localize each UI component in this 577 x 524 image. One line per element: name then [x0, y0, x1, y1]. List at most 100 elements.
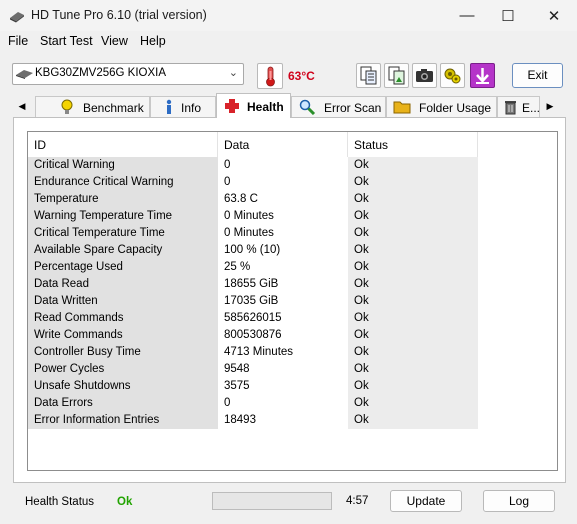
copy-screenshot-button[interactable] — [384, 63, 409, 88]
table-row[interactable]: Error Information Entries 18493 Ok — [28, 412, 557, 429]
cell-status: Ok — [348, 378, 478, 395]
trash-icon — [505, 101, 516, 115]
close-button[interactable]: ✕ — [532, 0, 576, 31]
cell-text: 0 — [224, 397, 231, 409]
cell-text: Ok — [354, 380, 369, 392]
table-row[interactable]: Data Written 17035 GiB Ok — [28, 293, 557, 310]
tab-benchmark[interactable]: Benchmark — [35, 96, 150, 117]
table-row[interactable]: Critical Temperature Time 0 Minutes Ok — [28, 225, 557, 242]
copy-screenshot-icon — [388, 66, 405, 85]
options-icon — [444, 68, 461, 84]
cell-id: Critical Warning — [28, 157, 218, 174]
cell-text: 17035 GiB — [224, 295, 279, 307]
table-row[interactable]: Read Commands 585626015 Ok — [28, 310, 557, 327]
cell-id: Unsafe Shutdowns — [28, 378, 218, 395]
cell-text: Ok — [354, 278, 369, 290]
cell-text: 63.8 C — [224, 193, 258, 205]
cell-text: Unsafe Shutdowns — [34, 380, 131, 392]
cell-id: Power Cycles — [28, 361, 218, 378]
table-row[interactable]: Controller Busy Time 4713 Minutes Ok — [28, 344, 557, 361]
table-row[interactable]: Warning Temperature Time 0 Minutes Ok — [28, 208, 557, 225]
menu-view[interactable]: View — [101, 34, 128, 48]
cell-data: 0 Minutes — [218, 225, 348, 242]
cell-data: 800530876 — [218, 327, 348, 344]
cell-text: Read Commands — [34, 312, 124, 324]
menu-help[interactable]: Help — [140, 34, 166, 48]
table-row[interactable]: Data Read 18655 GiB Ok — [28, 276, 557, 293]
lightbulb-icon — [61, 99, 73, 114]
chevron-down-icon[interactable]: ⌄ — [229, 66, 238, 79]
cell-status: Ok — [348, 395, 478, 412]
tab-health[interactable]: Health — [216, 93, 291, 118]
cell-id: Data Written — [28, 293, 218, 310]
tab-erase[interactable]: E... — [497, 96, 540, 117]
cell-id: Controller Busy Time — [28, 344, 218, 361]
drive-selector[interactable]: KBG30ZMV256G KIOXIA ⌄ — [12, 63, 244, 85]
cell-text: Ok — [354, 261, 369, 273]
cell-data: 63.8 C — [218, 191, 348, 208]
title-bar[interactable]: HD Tune Pro 6.10 (trial version) — ☐ ✕ — [0, 0, 577, 31]
cell-text: Available Spare Capacity — [34, 244, 163, 256]
cell-text: Ok — [354, 159, 369, 171]
cell-data: 25 % — [218, 259, 348, 276]
cell-data: 585626015 — [218, 310, 348, 327]
health-table[interactable]: ID Data Status Critical Warning 0 Ok Endura… — [27, 131, 558, 471]
cell-id: Data Errors — [28, 395, 218, 412]
maximize-button[interactable]: ☐ — [486, 0, 530, 31]
tab-scroll-right-icon[interactable]: ▶ — [543, 96, 557, 116]
menu-bar: File Start Test View Help — [0, 31, 577, 52]
menu-file[interactable]: File — [8, 34, 28, 48]
cell-text: 800530876 — [224, 329, 282, 341]
table-row[interactable]: Available Spare Capacity 100 % (10) Ok — [28, 242, 557, 259]
cell-status: Ok — [348, 412, 478, 429]
save-button[interactable] — [470, 63, 495, 88]
table-row[interactable]: Percentage Used 25 % Ok — [28, 259, 557, 276]
cell-text: Temperature — [34, 193, 99, 205]
table-row[interactable]: Temperature 63.8 C Ok — [28, 191, 557, 208]
cell-id: Critical Temperature Time — [28, 225, 218, 242]
hd-tune-app-icon — [10, 12, 24, 23]
cell-text: Ok — [354, 363, 369, 375]
cell-text: 3575 — [224, 380, 250, 392]
cell-data: 18655 GiB — [218, 276, 348, 293]
cell-data: 9548 — [218, 361, 348, 378]
menu-start-test[interactable]: Start Test — [40, 34, 93, 48]
table-row[interactable]: Unsafe Shutdowns 3575 Ok — [28, 378, 557, 395]
cell-status: Ok — [348, 208, 478, 225]
tab-scroll-left-icon[interactable]: ◀ — [15, 96, 29, 116]
cell-text: 0 — [224, 159, 231, 171]
cell-text: 100 % (10) — [224, 244, 281, 256]
window-title: HD Tune Pro 6.10 (trial version) — [31, 8, 207, 22]
cell-text: Endurance Critical Warning — [34, 176, 174, 188]
table-row[interactable]: Write Commands 800530876 Ok — [28, 327, 557, 344]
cell-status: Ok — [348, 225, 478, 242]
cell-text: Error Information Entries — [34, 414, 160, 426]
cell-text: 9548 — [224, 363, 250, 375]
log-button[interactable]: Log — [483, 490, 555, 512]
table-row[interactable]: Endurance Critical Warning 0 Ok — [28, 174, 557, 191]
cell-text: Ok — [354, 176, 369, 188]
cell-text: Critical Warning — [34, 159, 115, 171]
camera-button[interactable] — [412, 63, 437, 88]
cell-status: Ok — [348, 310, 478, 327]
exit-button[interactable]: Exit — [512, 63, 563, 88]
minimize-button[interactable]: — — [445, 0, 489, 31]
cell-status: Ok — [348, 344, 478, 361]
table-row[interactable]: Power Cycles 9548 Ok — [28, 361, 557, 378]
status-bar: Health Status Ok 4:57 Update Log — [0, 488, 577, 518]
table-row[interactable]: Critical Warning 0 Ok — [28, 157, 557, 174]
progress-bar — [212, 492, 332, 510]
column-header-id[interactable]: ID — [28, 132, 218, 157]
tab-folder-usage[interactable]: Folder Usage — [386, 96, 497, 117]
update-button[interactable]: Update — [390, 490, 462, 512]
table-row[interactable]: Data Errors 0 Ok — [28, 395, 557, 412]
tab-error-scan[interactable]: Error Scan — [291, 96, 386, 117]
copy-text-button[interactable] — [356, 63, 381, 88]
thermometer-button[interactable] — [257, 63, 283, 89]
cell-id: Warning Temperature Time — [28, 208, 218, 225]
column-header-status[interactable]: Status — [348, 132, 478, 157]
tab-info[interactable]: Info — [150, 96, 216, 117]
options-button[interactable] — [440, 63, 465, 88]
column-header-data[interactable]: Data — [218, 132, 348, 157]
cell-data: 0 — [218, 174, 348, 191]
